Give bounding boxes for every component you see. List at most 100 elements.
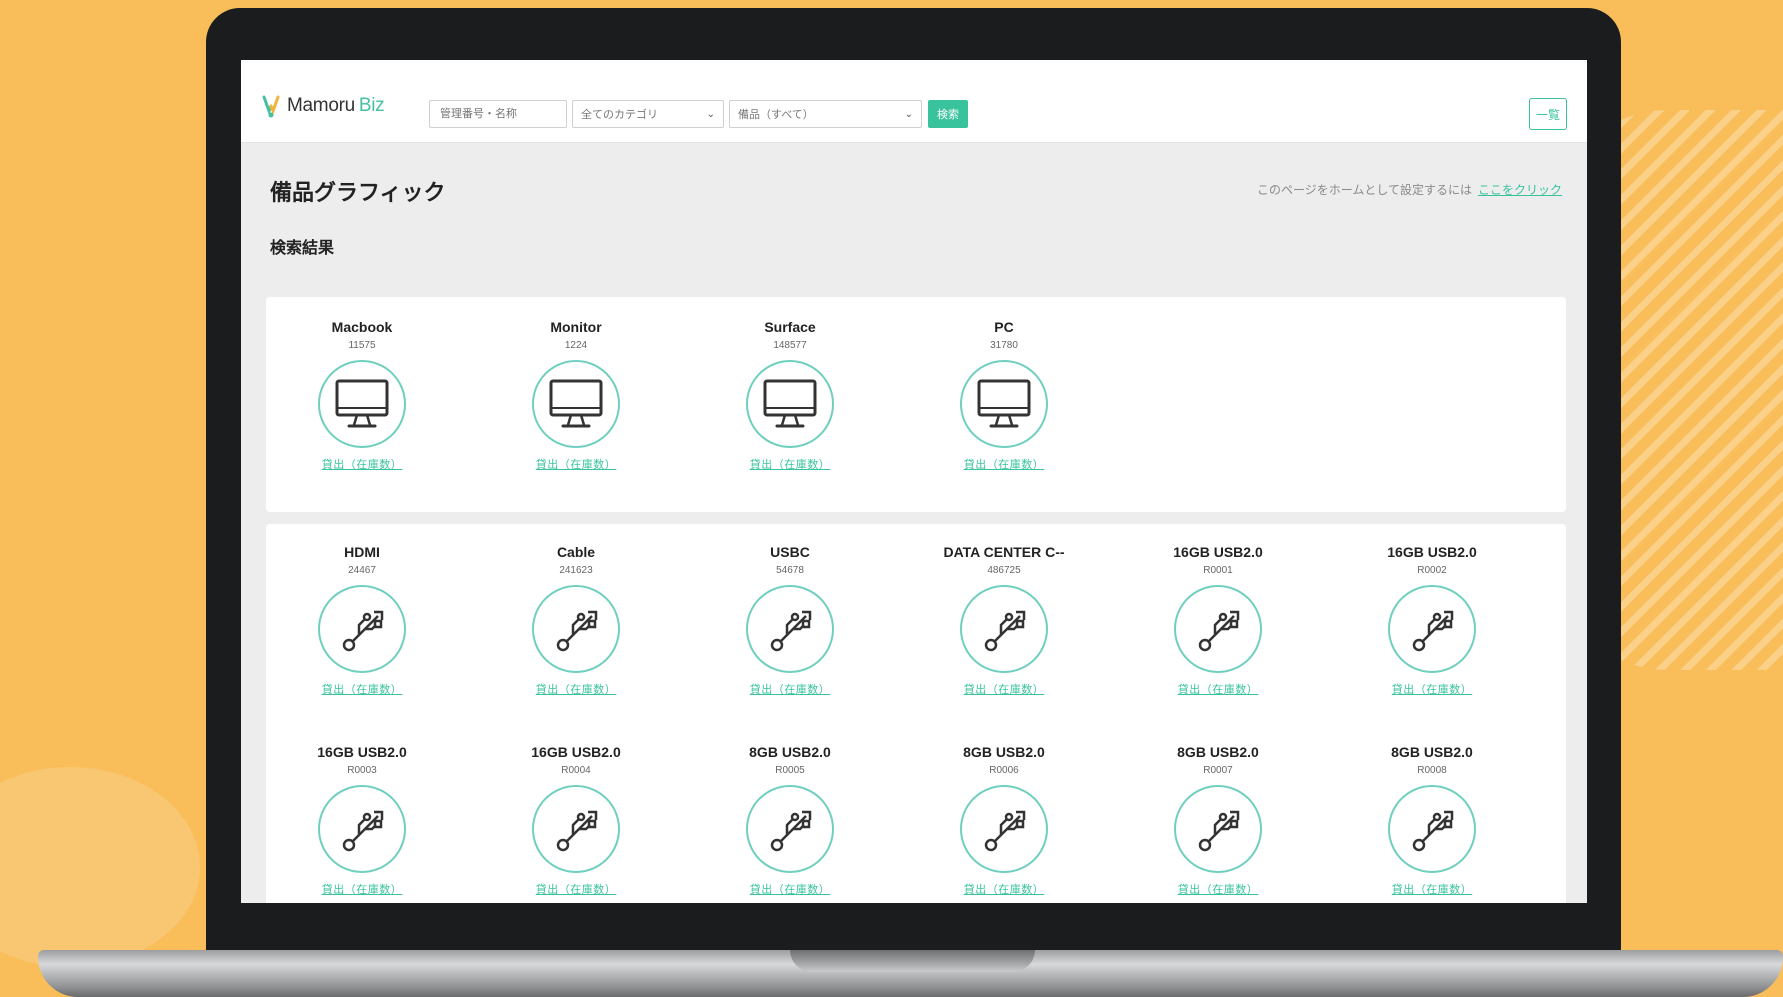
item-lend-link[interactable]: 貸出（在庫数） <box>715 681 865 697</box>
item-tile[interactable]: 8GB USB2.0 R0007 貸出（在庫数） <box>1143 744 1293 897</box>
app-screen: MamoruBiz 全てのカテゴリ ⌄ 備品（すべて） ⌄ 検索 一覧 備品グラ… <box>241 60 1587 903</box>
usb-icon[interactable] <box>1388 785 1476 873</box>
category-select-value: 全てのカテゴリ <box>581 109 658 121</box>
item-lend-link[interactable]: 貸出（在庫数） <box>1143 881 1293 897</box>
item-code: R0001 <box>1203 565 1233 576</box>
item-code: R0002 <box>1417 565 1447 576</box>
logo-name: Mamoru <box>287 95 355 116</box>
search-input[interactable] <box>438 107 558 121</box>
section-title: 検索結果 <box>270 240 335 257</box>
item-name: 8GB USB2.0 <box>963 744 1045 760</box>
item-lend-link[interactable]: 貸出（在庫数） <box>501 681 651 697</box>
item-lend-link[interactable]: 貸出（在庫数） <box>287 881 437 897</box>
item-lend-link[interactable]: 貸出（在庫数） <box>929 681 1079 697</box>
item-code: R0005 <box>775 765 805 776</box>
item-name: 8GB USB2.0 <box>1177 744 1259 760</box>
item-code: 31780 <box>990 340 1018 351</box>
item-name: Monitor <box>550 319 602 335</box>
app-header: MamoruBiz 全てのカテゴリ ⌄ 備品（すべて） ⌄ 検索 一覧 <box>241 60 1587 143</box>
item-code: R0004 <box>561 765 591 776</box>
search-button[interactable]: 検索 <box>928 100 968 128</box>
item-lend-link[interactable]: 貸出（在庫数） <box>501 881 651 897</box>
item-code: R0008 <box>1417 765 1447 776</box>
usb-icon[interactable] <box>746 785 834 873</box>
item-lend-link[interactable]: 貸出（在庫数） <box>1357 881 1507 897</box>
item-tile[interactable]: 8GB USB2.0 R0006 貸出（在庫数） <box>929 744 1079 897</box>
usb-icon[interactable] <box>960 785 1048 873</box>
usb-icon[interactable] <box>1174 785 1262 873</box>
usb-icon[interactable] <box>318 785 406 873</box>
item-lend-link[interactable]: 貸出（在庫数） <box>287 681 437 697</box>
item-code: 24467 <box>348 565 376 576</box>
usb-icon[interactable] <box>318 585 406 673</box>
usb-icon[interactable] <box>532 785 620 873</box>
search-field[interactable] <box>429 100 567 128</box>
usb-icon[interactable] <box>746 585 834 673</box>
item-code: R0006 <box>989 765 1019 776</box>
page-title: 備品グラフィック <box>270 180 446 205</box>
item-name: 16GB USB2.0 <box>1387 544 1477 560</box>
item-lend-link[interactable]: 貸出（在庫数） <box>715 456 865 472</box>
item-name: Macbook <box>331 319 393 335</box>
item-lend-link[interactable]: 貸出（在庫数） <box>501 456 651 472</box>
item-name: 16GB USB2.0 <box>1173 544 1263 560</box>
item-tile[interactable]: 16GB USB2.0 R0002 貸出（在庫数） <box>1357 544 1507 697</box>
list-view-button[interactable]: 一覧 <box>1529 98 1567 130</box>
item-tile[interactable]: Macbook 11575 貸出（在庫数） <box>287 319 437 472</box>
usb-icon[interactable] <box>1174 585 1262 673</box>
chevron-down-icon: ⌄ <box>706 108 715 120</box>
item-lend-link[interactable]: 貸出（在庫数） <box>1143 681 1293 697</box>
chevron-down-icon: ⌄ <box>904 108 913 120</box>
item-tile[interactable]: Cable 241623 貸出（在庫数） <box>501 544 651 697</box>
item-tile[interactable]: 8GB USB2.0 R0008 貸出（在庫数） <box>1357 744 1507 897</box>
item-lend-link[interactable]: 貸出（在庫数） <box>1357 681 1507 697</box>
item-code: 54678 <box>776 565 804 576</box>
item-name: HDMI <box>344 544 380 560</box>
laptop-base-notch <box>790 950 1035 972</box>
item-name: USBC <box>770 544 810 560</box>
item-lend-link[interactable]: 貸出（在庫数） <box>287 456 437 472</box>
home-setting-text: このページをホームとして設定するには <box>1256 183 1472 197</box>
app-logo[interactable]: Mamoru Biz <box>261 93 385 119</box>
item-group-card: Macbook 11575 貸出（在庫数） Monitor 1224 貸出（在庫数） Sur… <box>266 297 1566 512</box>
item-name: Surface <box>764 319 816 335</box>
item-tile[interactable]: HDMI 24467 貸出（在庫数） <box>287 544 437 697</box>
logo-text: Mamoru Biz <box>287 95 385 117</box>
item-tile[interactable]: PC 31780 貸出（在庫数） <box>929 319 1079 472</box>
item-code: R0003 <box>347 765 377 776</box>
item-tile[interactable]: 8GB USB2.0 R0005 貸出（在庫数） <box>715 744 865 897</box>
item-lend-link[interactable]: 貸出（在庫数） <box>929 456 1079 472</box>
item-tile[interactable]: Monitor 1224 貸出（在庫数） <box>501 319 651 472</box>
home-setting-note: このページをホームとして設定するには ここをクリック <box>1257 181 1562 198</box>
item-tile[interactable]: USBC 54678 貸出（在庫数） <box>715 544 865 697</box>
item-code: 486725 <box>987 565 1021 576</box>
category-select[interactable]: 全てのカテゴリ ⌄ <box>572 100 724 128</box>
item-lend-link[interactable]: 貸出（在庫数） <box>715 881 865 897</box>
item-code: 11575 <box>348 340 376 351</box>
item-name: PC <box>994 319 1014 335</box>
item-code: 1224 <box>564 340 588 351</box>
home-setting-link[interactable]: ここをクリック <box>1478 183 1562 197</box>
item-tile[interactable]: 16GB USB2.0 R0004 貸出（在庫数） <box>501 744 651 897</box>
item-name: 16GB USB2.0 <box>531 744 621 760</box>
item-tile[interactable]: DATA CENTER C-- 486725 貸出（在庫数） <box>929 544 1079 697</box>
usb-icon[interactable] <box>960 585 1048 673</box>
monitor-icon[interactable] <box>318 360 406 448</box>
decorative-blob <box>0 767 200 967</box>
usb-icon[interactable] <box>532 585 620 673</box>
monitor-icon[interactable] <box>746 360 834 448</box>
monitor-icon[interactable] <box>960 360 1048 448</box>
item-name: 8GB USB2.0 <box>749 744 831 760</box>
item-name: Cable <box>556 544 596 560</box>
item-tile[interactable]: 16GB USB2.0 R0003 貸出（在庫数） <box>287 744 437 897</box>
item-tile[interactable]: Surface 148577 貸出（在庫数） <box>715 319 865 472</box>
item-code: 148577 <box>773 340 807 351</box>
usb-icon[interactable] <box>1388 585 1476 673</box>
item-name: 8GB USB2.0 <box>1391 744 1473 760</box>
item-lend-link[interactable]: 貸出（在庫数） <box>929 881 1079 897</box>
monitor-icon[interactable] <box>532 360 620 448</box>
logo-suffix: Biz <box>358 95 385 116</box>
item-tile[interactable]: 16GB USB2.0 R0001 貸出（在庫数） <box>1143 544 1293 697</box>
type-select[interactable]: 備品（すべて） ⌄ <box>729 100 922 128</box>
item-code: 241623 <box>559 565 593 576</box>
